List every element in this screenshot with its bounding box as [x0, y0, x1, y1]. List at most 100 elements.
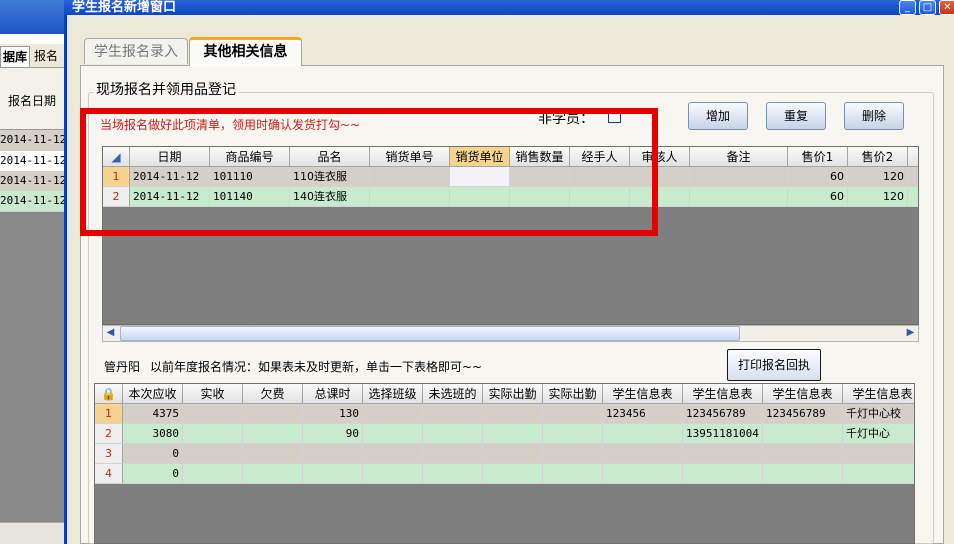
- table-cell[interactable]: [483, 464, 543, 484]
- scrollbar-thumb[interactable]: [120, 326, 740, 341]
- table-cell[interactable]: [363, 424, 423, 444]
- table-cell[interactable]: [543, 404, 603, 424]
- table-cell[interactable]: [423, 464, 483, 484]
- table-cell[interactable]: [363, 464, 423, 484]
- column-header[interactable]: 学生信息表: [603, 384, 683, 404]
- column-header[interactable]: 选择班级: [363, 384, 423, 404]
- table-cell[interactable]: [483, 444, 543, 464]
- table-cell[interactable]: [543, 464, 603, 484]
- table-cell[interactable]: [603, 444, 683, 464]
- background-row[interactable]: 2014-11-12: [0, 151, 66, 172]
- table-cell[interactable]: [543, 424, 603, 444]
- column-header[interactable]: 售价2: [848, 147, 908, 167]
- table-cell[interactable]: 123456789: [683, 404, 763, 424]
- table-cell[interactable]: [243, 444, 303, 464]
- table-cell[interactable]: [363, 404, 423, 424]
- table-cell[interactable]: 千灯中心: [843, 424, 914, 444]
- table-cell[interactable]: [423, 444, 483, 464]
- table-cell[interactable]: 60: [788, 187, 848, 207]
- table-cell[interactable]: [423, 424, 483, 444]
- table-cell[interactable]: [603, 464, 683, 484]
- background-tab-database[interactable]: 据库: [0, 46, 31, 67]
- table-cell[interactable]: [683, 444, 763, 464]
- table-cell[interactable]: [363, 444, 423, 464]
- table-cell[interactable]: 123456: [603, 404, 683, 424]
- table-cell[interactable]: [763, 424, 843, 444]
- print-receipt-button[interactable]: 打印报名回执: [727, 349, 821, 381]
- background-row[interactable]: 2014-11-12: [0, 191, 67, 212]
- close-button[interactable]: ✕: [939, 0, 954, 15]
- scroll-right-icon[interactable]: ▶: [902, 325, 919, 342]
- column-header[interactable]: 欠费: [243, 384, 303, 404]
- background-header-signup-date: 报名日期: [8, 94, 57, 108]
- table-cell[interactable]: 120: [848, 187, 908, 207]
- scroll-left-icon[interactable]: ◀: [102, 325, 119, 342]
- table-cell[interactable]: [763, 444, 843, 464]
- table-cell[interactable]: [243, 464, 303, 484]
- tab-other-info[interactable]: 其他相关信息: [189, 37, 302, 66]
- column-header[interactable]: 实收: [183, 384, 243, 404]
- table-cell[interactable]: [843, 464, 914, 484]
- table-cell[interactable]: [303, 464, 363, 484]
- table-cell[interactable]: 3080: [123, 424, 183, 444]
- table-cell[interactable]: 120: [848, 167, 908, 187]
- dialog-titlebar[interactable]: [64, 0, 954, 15]
- table-cell[interactable]: [243, 404, 303, 424]
- table-cell[interactable]: 90: [303, 424, 363, 444]
- background-grid-empty-area: [0, 212, 64, 522]
- table-cell[interactable]: 60: [788, 167, 848, 187]
- table-cell[interactable]: [763, 464, 843, 484]
- column-header[interactable]: 总课时: [303, 384, 363, 404]
- table-cell[interactable]: [183, 424, 243, 444]
- table-cell[interactable]: 130: [303, 404, 363, 424]
- background-tab-signup[interactable]: 报名: [32, 46, 60, 66]
- column-header[interactable]: 售价1: [788, 147, 848, 167]
- table-cell[interactable]: 4375: [123, 404, 183, 424]
- background-row[interactable]: 2014-11-12: [0, 130, 66, 151]
- table-cell[interactable]: [690, 187, 788, 207]
- row-number[interactable]: 2: [95, 424, 123, 444]
- table-cell[interactable]: [690, 167, 788, 187]
- student-name-label: 管丹阳: [104, 360, 141, 374]
- reset-button[interactable]: 重复: [766, 102, 826, 130]
- table-cell[interactable]: 0: [123, 464, 183, 484]
- row-number[interactable]: 3: [95, 444, 123, 464]
- table-cell[interactable]: [183, 404, 243, 424]
- background-row-date: 2014-11-12: [0, 194, 67, 207]
- column-header[interactable]: 学生信息表: [843, 384, 914, 404]
- onsite-group-title: 现场报名并领用品登记: [94, 79, 238, 99]
- table-cell[interactable]: [183, 464, 243, 484]
- column-header[interactable]: 实际出勤: [543, 384, 603, 404]
- row-number[interactable]: 4: [95, 464, 123, 484]
- table-cell[interactable]: [243, 424, 303, 444]
- table-cell[interactable]: [423, 404, 483, 424]
- table-cell[interactable]: [303, 444, 363, 464]
- column-header[interactable]: 学生信息表: [683, 384, 763, 404]
- table-cell[interactable]: [183, 444, 243, 464]
- row-number[interactable]: 1: [95, 404, 123, 424]
- tab-signup-entry[interactable]: 学生报名录入: [84, 38, 188, 64]
- delete-button[interactable]: 删除: [844, 102, 904, 130]
- column-header[interactable]: 本次应收: [123, 384, 183, 404]
- minimize-button[interactable]: _: [899, 0, 916, 15]
- history-grid[interactable]: 🔒 本次应收 实收 欠费 总课时 选择班级 未选班的 实际出勤 实际出勤 学生信息表 学生信息表 学生…: [94, 383, 915, 544]
- table-cell[interactable]: [843, 444, 914, 464]
- table-cell[interactable]: [483, 424, 543, 444]
- column-header[interactable]: 学生信息表: [763, 384, 843, 404]
- add-button[interactable]: 增加: [688, 102, 748, 130]
- table-cell[interactable]: 13951181004: [683, 424, 763, 444]
- table-cell[interactable]: [543, 444, 603, 464]
- table-cell[interactable]: [683, 464, 763, 484]
- table-cell[interactable]: [483, 404, 543, 424]
- table-cell[interactable]: 123456789: [763, 404, 843, 424]
- table-cell[interactable]: 千灯中心校: [843, 404, 914, 424]
- background-row[interactable]: 2014-11-12: [0, 171, 66, 192]
- column-header[interactable]: 未选班的: [423, 384, 483, 404]
- table-cell[interactable]: [603, 424, 683, 444]
- column-header[interactable]: 实际出勤: [483, 384, 543, 404]
- maximize-button[interactable]: □: [919, 0, 936, 15]
- table-cell[interactable]: 0: [123, 444, 183, 464]
- lock-icon[interactable]: 🔒: [95, 384, 123, 404]
- column-header[interactable]: 备注: [690, 147, 788, 167]
- background-horizontal-scrollbar[interactable]: [0, 522, 64, 544]
